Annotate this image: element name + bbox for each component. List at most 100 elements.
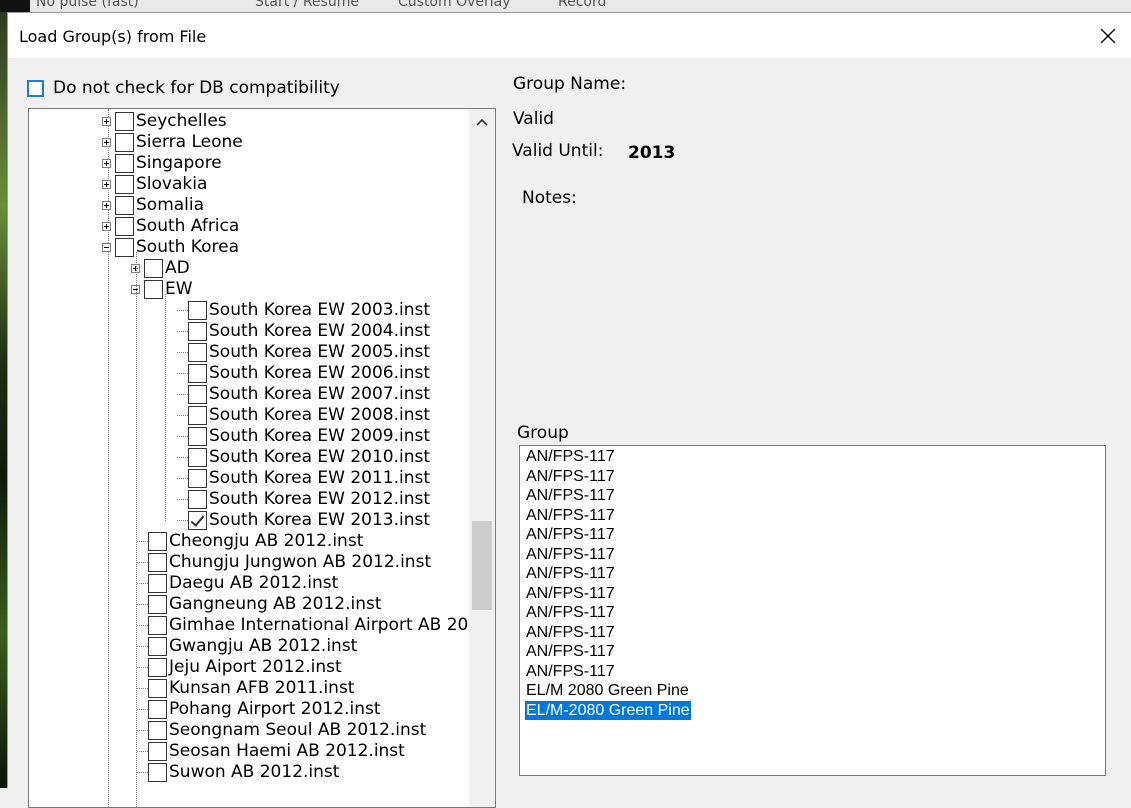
group-list-item[interactable]: AN/FPS-117 (525, 447, 616, 466)
tree-file[interactable]: South Korea EW 2011.inst (177, 468, 430, 489)
tree-file[interactable]: South Korea EW 2010.inst (177, 447, 430, 468)
tree-checkbox[interactable] (148, 574, 167, 593)
group-list-item[interactable]: AN/FPS-117 (525, 545, 616, 564)
tree-country[interactable]: South Africa (102, 216, 239, 237)
scroll-thumb[interactable] (472, 521, 492, 610)
tree-checkbox[interactable] (115, 217, 134, 236)
tree-file[interactable]: South Korea EW 2006.inst (177, 363, 430, 384)
tree-checkbox[interactable] (115, 175, 134, 194)
tree-country[interactable]: Sierra Leone (102, 132, 243, 153)
tree-checkbox[interactable] (115, 238, 134, 257)
tree-checkbox[interactable] (148, 553, 167, 572)
group-list-item[interactable]: AN/FPS-117 (525, 662, 616, 681)
tree-checkbox[interactable] (148, 616, 167, 635)
tree-checkbox[interactable] (115, 133, 134, 152)
tree-checkbox[interactable] (188, 469, 207, 488)
tree-checkbox[interactable] (188, 511, 207, 530)
tree-file[interactable]: South Korea EW 2008.inst (177, 405, 430, 426)
group-list-item[interactable]: AN/FPS-117 (525, 506, 616, 525)
tree-checkbox[interactable] (148, 595, 167, 614)
tree-checkbox[interactable] (148, 637, 167, 656)
expand-icon[interactable] (102, 201, 111, 210)
collapse-icon[interactable] (102, 243, 111, 252)
tree-file[interactable]: Gwangju AB 2012.inst (137, 636, 357, 657)
tree-country[interactable]: Seychelles (102, 111, 227, 132)
tree-checkbox[interactable] (115, 154, 134, 173)
tree-file[interactable]: Pohang Airport 2012.inst (137, 699, 381, 720)
tree-checkbox[interactable] (115, 196, 134, 215)
group-list-item[interactable]: AN/FPS-117 (525, 486, 616, 505)
title-bar[interactable]: Load Group(s) from File (8, 13, 1131, 58)
tree-checkbox[interactable] (188, 490, 207, 509)
tree-checkbox[interactable] (148, 679, 167, 698)
group-list-item[interactable]: AN/FPS-117 (525, 603, 616, 622)
tree-file[interactable]: Cheongju AB 2012.inst (137, 531, 363, 552)
tree-file[interactable]: South Korea EW 2009.inst (177, 426, 430, 447)
tree-checkbox[interactable] (148, 700, 167, 719)
tree-item-label: Gwangju AB 2012.inst (169, 636, 358, 656)
expand-icon[interactable] (102, 222, 111, 231)
group-list-item[interactable]: AN/FPS-117 (525, 564, 616, 583)
group-list-item[interactable]: EL/M-2080 Green Pine (525, 700, 691, 720)
tree-checkbox[interactable] (115, 112, 134, 131)
group-listbox[interactable]: AN/FPS-117 AN/FPS-117 AN/FPS-117 AN/FPS-117… (519, 445, 1106, 776)
tree-checkbox[interactable] (188, 364, 207, 383)
tree-file[interactable]: Suwon AB 2012.inst (137, 762, 339, 783)
tree-checkbox[interactable] (148, 742, 167, 761)
expand-icon[interactable] (102, 117, 111, 126)
tree-file[interactable]: Gimhae International Airport AB 201 (137, 615, 470, 636)
tree-file[interactable]: South Korea EW 2005.inst (177, 342, 430, 363)
tree-connector (177, 331, 188, 332)
tree-checkbox[interactable] (188, 385, 207, 404)
tree-country[interactable]: Somalia (102, 195, 204, 216)
tree-folder[interactable]: EW (131, 279, 193, 300)
group-list-item[interactable]: AN/FPS-117 (525, 467, 616, 486)
tree-checkbox[interactable] (188, 448, 207, 467)
tree-checkbox[interactable] (188, 343, 207, 362)
tree-folder[interactable]: AD (131, 258, 190, 279)
tree-checkbox[interactable] (144, 259, 163, 278)
db-compat-checkbox[interactable] (27, 79, 44, 97)
tree-scrollbar[interactable] (469, 109, 495, 807)
group-file-tree[interactable]: Seychelles Sierra Leone Singapore Slovakia S… (28, 108, 496, 808)
group-list-item[interactable]: AN/FPS-117 (525, 525, 616, 544)
close-button[interactable] (1085, 13, 1131, 58)
group-list-item[interactable]: AN/FPS-117 (525, 623, 616, 642)
tree-file[interactable]: South Korea EW 2004.inst (177, 321, 430, 342)
tree-checkbox[interactable] (188, 301, 207, 320)
tree-file[interactable]: Jeju Aiport 2012.inst (137, 657, 342, 678)
tree-checkbox[interactable] (148, 763, 167, 782)
tree-checkbox[interactable] (148, 721, 167, 740)
tree-file[interactable]: Kunsan AFB 2011.inst (137, 678, 354, 699)
group-list-item[interactable]: AN/FPS-117 (525, 584, 616, 603)
expand-icon[interactable] (102, 138, 111, 147)
expand-icon[interactable] (102, 159, 111, 168)
valid-until-value: 2013 (628, 143, 676, 163)
tree-country[interactable]: Singapore (102, 153, 222, 174)
tree-checkbox[interactable] (188, 406, 207, 425)
scroll-up-button[interactable] (469, 109, 495, 135)
tree-checkbox[interactable] (148, 532, 167, 551)
db-compat-option[interactable]: Do not check for DB compatibility (27, 77, 340, 99)
group-list-item[interactable]: EL/M 2080 Green Pine (525, 681, 690, 700)
tree-file[interactable]: South Korea EW 2013.inst (177, 510, 430, 531)
tree-file[interactable]: Chungju Jungwon AB 2012.inst (137, 552, 431, 573)
tree-file[interactable]: South Korea EW 2007.inst (177, 384, 430, 405)
tree-file[interactable]: South Korea EW 2012.inst (177, 489, 430, 510)
tree-file[interactable]: Daegu AB 2012.inst (137, 573, 338, 594)
tree-item-label: South Korea (136, 237, 240, 257)
tree-checkbox[interactable] (188, 322, 207, 341)
tree-checkbox[interactable] (188, 427, 207, 446)
tree-file[interactable]: Gangneung AB 2012.inst (137, 594, 382, 615)
tree-country[interactable]: South Korea (102, 237, 239, 258)
group-list-item[interactable]: AN/FPS-117 (525, 642, 616, 661)
tree-checkbox[interactable] (144, 280, 163, 299)
tree-file[interactable]: Seosan Haemi AB 2012.inst (137, 741, 405, 762)
tree-file[interactable]: South Korea EW 2003.inst (177, 300, 430, 321)
tree-checkbox[interactable] (148, 658, 167, 677)
db-compat-label[interactable]: Do not check for DB compatibility (53, 78, 340, 98)
expand-icon[interactable] (102, 180, 111, 189)
tree-connector (177, 436, 188, 437)
tree-country[interactable]: Slovakia (102, 174, 207, 195)
tree-file[interactable]: Seongnam Seoul AB 2012.inst (137, 720, 426, 741)
